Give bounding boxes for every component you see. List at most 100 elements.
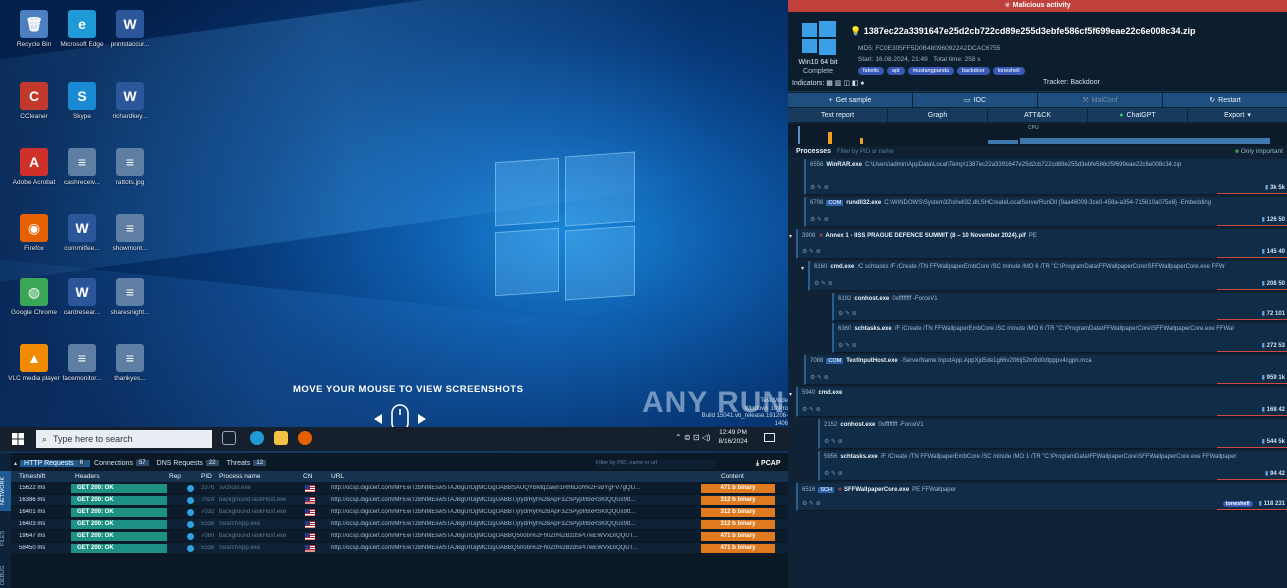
http-request-row[interactable]: 58450 ms GET 200: OK 5336 SearchApp.exe http… (11, 543, 788, 554)
request-url: http://ocsp.digicert.com/MFEwTzBNMEswSTA… (331, 533, 638, 539)
desktop-icon[interactable]: 🗑 Recycle Bin (8, 10, 60, 49)
files-side-tab[interactable]: FILES (0, 523, 11, 553)
desktop-icon[interactable]: C CCleaner (8, 82, 60, 121)
expand-chevron-icon[interactable]: ▾ (801, 265, 804, 272)
vm-desktop-screenshot[interactable]: 🗑 Recycle Bin e Microsoft Edge Wprintstaccur… (0, 0, 788, 452)
process-row[interactable]: 6708 COM rundll32.exe C:\WINDOWS\System32\s… (804, 197, 1287, 227)
get-sample-button[interactable]: + Get sample (788, 93, 912, 107)
process-flags-icons: ⚙ ✎ ⊛ (810, 375, 829, 381)
network-filter-input[interactable]: Filter by PID, name or url (596, 460, 716, 469)
ioc-button[interactable]: ▭ IOC (913, 93, 1037, 107)
desktop-icon[interactable]: ◍ Google Chrome (8, 278, 60, 317)
process-pid: 6192 (838, 296, 852, 302)
expand-chevron-icon[interactable]: ▾ (789, 391, 792, 398)
column-header[interactable]: Content (721, 473, 744, 480)
network-tabs: ▴ HTTP Requests 6 Connections 57 DNS Request… (11, 458, 270, 468)
taskbar-clock[interactable]: 12:49 PM 8/16/2024 (708, 428, 758, 446)
column-header[interactable]: URL (331, 473, 344, 480)
desktop-icon[interactable]: ≡ sharesnight... (104, 278, 156, 317)
process-name: SearchApp.exe (219, 545, 261, 551)
system-tray-icons[interactable]: ⌃ ⊜ ⊡ ◁) (675, 433, 711, 442)
chevron-down-icon: ▾ (1247, 112, 1251, 119)
edge-taskbar-icon[interactable] (250, 431, 264, 445)
cpu-timeline[interactable]: CPU (788, 124, 1287, 146)
process-row[interactable]: 3908 ☣ Annex 1 - IISS PRAGUE DEFENCE SUMM… (796, 229, 1287, 259)
desktop-icon[interactable]: e Microsoft Edge (56, 10, 108, 49)
tab-threats[interactable]: Threats 12 (223, 460, 270, 467)
graph-button[interactable]: Graph (888, 108, 987, 122)
malconf-button[interactable]: ⚒ MalConf (1038, 93, 1162, 107)
tag[interactable]: faketls (858, 67, 884, 75)
tag[interactable]: toneshell (992, 67, 1025, 75)
process-row[interactable]: 2152 conhost.exe 0xffffffff -ForceV1 ⚙ ✎ ⊛ ▮… (818, 419, 1287, 449)
desktop-icon[interactable]: A Adobe Acrobat (8, 148, 60, 187)
process-row[interactable]: 5956 schtasks.exe/F /Create /TN FFWallpap… (818, 451, 1287, 481)
column-header[interactable]: Timeshift (19, 473, 45, 480)
column-header[interactable]: Headers (75, 473, 100, 480)
column-header[interactable]: Rep (169, 473, 181, 480)
http-request-row[interactable]: 19647 ms GET 200: OK 7060 backgroundTaskHos… (11, 531, 788, 542)
tab-connections[interactable]: Connections 57 (90, 460, 153, 467)
only-important-checkbox[interactable]: ■ Only important (1235, 148, 1283, 155)
process-row[interactable]: 6556 WinRAR.exe C:\Users\admin\AppData\Loc… (804, 159, 1287, 195)
process-row[interactable]: 6516 SCH ☣ SFFWallpaperCore.exe PE FFWallpa… (796, 483, 1287, 511)
process-row[interactable]: 6192 conhost.exe 0xffffffff -ForceV1 ⚙ ✎ ⊛ ▮… (832, 293, 1287, 321)
task-view-icon[interactable] (222, 431, 236, 445)
start-button-icon[interactable] (12, 433, 24, 445)
tag[interactable]: apt (886, 67, 905, 75)
process-stats: toneshell ▮ 118 231 (1222, 500, 1285, 507)
tab-dns-requests[interactable]: DNS Requests 22 (153, 460, 223, 467)
desktop-icon[interactable]: ≡ thankyes... (104, 344, 156, 383)
desktop-icon[interactable]: Wrichardkey... (104, 82, 156, 121)
desktop-icon-label: rattots.jpg (115, 179, 145, 186)
process-row[interactable]: 5940 cmd.exe ⚙ ✎ ⊛ ▮ 168 42 (796, 387, 1287, 417)
http-request-row[interactable]: 16403 ms GET 200: OK 5336 SearchApp.exe http… (11, 519, 788, 530)
process-filter-input[interactable]: Filter by PID or name (837, 149, 894, 155)
notification-icon[interactable] (764, 433, 775, 442)
restart-button[interactable]: ↻ Restart (1163, 93, 1287, 107)
taskbar-search-input[interactable]: ⌕ Type here to search (36, 430, 212, 448)
process-row[interactable]: 6160 cmd.exe/C schtasks /F /Create /TN FF… (808, 261, 1287, 291)
process-row[interactable]: 6360 schtasks.exe/F /Create /TN FFWallpap… (832, 323, 1287, 353)
desktop-icon[interactable]: ≡ rattots.jpg (104, 148, 156, 187)
desktop-icon[interactable]: Wprintstaccur... (104, 10, 156, 49)
desktop-icon-label: Google Chrome (11, 309, 57, 316)
desktop-icon[interactable]: ≡ showmont... (104, 214, 156, 253)
export-button[interactable]: Export ▾ (1188, 108, 1287, 122)
desktop-icon[interactable]: Wcardresear... (56, 278, 108, 317)
process-name: cmd.exe (830, 264, 855, 270)
pcap-download-button[interactable]: ⤓ PCAP (756, 460, 781, 468)
column-header[interactable]: Process name (219, 473, 261, 480)
activity-bar (1217, 509, 1287, 510)
desktop-icon[interactable]: ◉ Firefox (8, 214, 60, 253)
tag[interactable]: backdoor (956, 67, 990, 75)
firefox-taskbar-icon[interactable] (298, 431, 312, 445)
http-request-row[interactable]: 15622 ms GET 200: OK 3376 svchost.exe http:/… (11, 483, 788, 494)
column-header[interactable]: CN (303, 473, 312, 480)
desktop-icon[interactable]: S Skype (56, 82, 108, 121)
tag[interactable]: mustangpanda (907, 67, 954, 75)
column-header[interactable]: PID (201, 473, 212, 480)
desktop-icon[interactable]: ≡ facemonitor... (56, 344, 108, 383)
expand-chevron-icon[interactable]: ▾ (789, 233, 792, 240)
chatgpt-button[interactable]: ● ChatGPT (1088, 108, 1187, 122)
file-explorer-taskbar-icon[interactable] (274, 431, 288, 445)
network-side-tab[interactable]: NETWORK (0, 471, 11, 511)
text-report-button[interactable]: Text report (788, 108, 887, 122)
desktop-icon[interactable]: ▲ VLC media player (8, 344, 60, 383)
attack-button[interactable]: ATT&CK (988, 108, 1087, 122)
reputation-icon (187, 545, 194, 552)
timeshift: 16386 ms (19, 497, 46, 503)
http-request-row[interactable]: 16386 ms GET 200: OK 7024 backgroundTaskHos… (11, 495, 788, 506)
debug-side-tab[interactable]: DEBUG (0, 561, 11, 588)
desktop-icon[interactable]: Wcommitfee... (56, 214, 108, 253)
process-row[interactable]: 7088 COM TextInputHost.exe -ServerName:Inpu… (804, 355, 1287, 385)
sample-filename[interactable]: 💡 1387ec22a3391647e25d2cb722cd89e255d3eb… (850, 26, 1196, 37)
tab-http-requests[interactable]: HTTP Requests 6 (20, 459, 91, 467)
desktop-icon-label: Firefox (24, 245, 44, 252)
indicator-icons[interactable]: ▦ ▥ ◫ ◧ ♠ (826, 80, 864, 87)
collapse-icon[interactable]: ▴ (11, 460, 20, 467)
process-tag[interactable]: toneshell (1222, 501, 1253, 507)
desktop-icon[interactable]: ≡ cashreceiv... (56, 148, 108, 187)
http-request-row[interactable]: 16401 ms GET 200: OK 7032 backgroundTaskHos… (11, 507, 788, 518)
